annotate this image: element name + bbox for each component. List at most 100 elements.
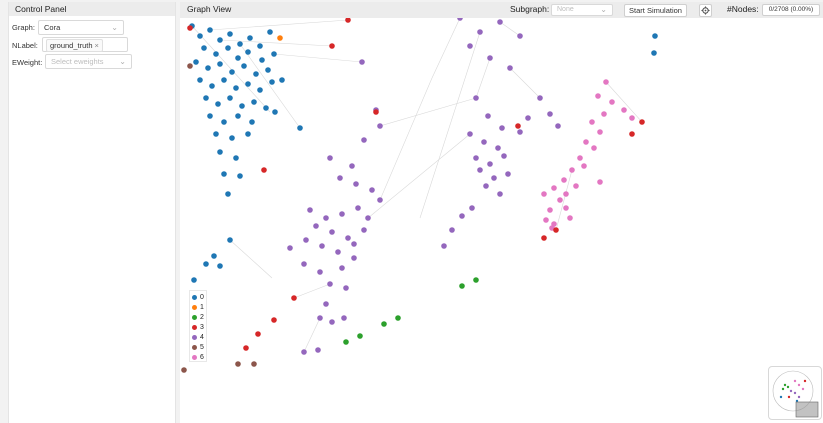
graph-node[interactable]	[221, 171, 227, 177]
graph-node[interactable]	[341, 315, 347, 321]
graph-node[interactable]	[591, 145, 597, 151]
graph-node[interactable]	[191, 277, 197, 283]
graph-node[interactable]	[557, 197, 563, 203]
graph-node[interactable]	[537, 95, 543, 101]
graph-node[interactable]	[597, 179, 603, 185]
graph-node[interactable]	[245, 81, 251, 87]
graph-node[interactable]	[317, 269, 323, 275]
graph-node[interactable]	[449, 227, 455, 233]
graph-node[interactable]	[547, 111, 553, 117]
graph-node[interactable]	[497, 191, 503, 197]
graph-node[interactable]	[583, 139, 589, 145]
graph-node[interactable]	[597, 129, 603, 135]
graph-node[interactable]	[351, 241, 357, 247]
graph-node[interactable]	[573, 183, 579, 189]
graph-node[interactable]	[221, 77, 227, 83]
graph-node[interactable]	[323, 301, 329, 307]
graph-node[interactable]	[345, 18, 351, 23]
graph-node[interactable]	[567, 215, 573, 221]
graph-node[interactable]	[355, 205, 361, 211]
graph-node[interactable]	[561, 177, 567, 183]
graph-node[interactable]	[217, 149, 223, 155]
graph-node[interactable]	[271, 51, 277, 57]
graph-node[interactable]	[247, 35, 253, 41]
graph-canvas[interactable]	[180, 18, 823, 423]
graph-node[interactable]	[473, 95, 479, 101]
graph-node[interactable]	[197, 77, 203, 83]
graph-node[interactable]	[315, 347, 321, 353]
graph-node[interactable]	[569, 167, 575, 173]
graph-node[interactable]	[353, 181, 359, 187]
graph-node[interactable]	[317, 315, 323, 321]
graph-node[interactable]	[237, 41, 243, 47]
graph-node[interactable]	[269, 79, 275, 85]
graph-node[interactable]	[467, 131, 473, 137]
graph-node[interactable]	[373, 109, 379, 115]
graph-node[interactable]	[241, 63, 247, 69]
graph-node[interactable]	[235, 113, 241, 119]
graph-node[interactable]	[233, 155, 239, 161]
graph-node[interactable]	[187, 25, 193, 31]
graph-node[interactable]	[601, 111, 607, 117]
graph-node[interactable]	[277, 35, 283, 41]
graph-node[interactable]	[349, 163, 355, 169]
graph-node[interactable]	[233, 85, 239, 91]
settings-button[interactable]	[699, 4, 712, 17]
minimap[interactable]	[768, 366, 822, 420]
graph-node[interactable]	[249, 119, 255, 125]
graph-node[interactable]	[563, 205, 569, 211]
graph-node[interactable]	[211, 253, 217, 259]
graph-node[interactable]	[243, 345, 249, 351]
graph-node[interactable]	[477, 167, 483, 173]
graph-node[interactable]	[551, 185, 557, 191]
graph-node[interactable]	[365, 215, 371, 221]
graph-node[interactable]	[255, 331, 261, 337]
graph-node[interactable]	[595, 93, 601, 99]
graph-node[interactable]	[207, 113, 213, 119]
graph-node[interactable]	[473, 155, 479, 161]
graph-node[interactable]	[543, 217, 549, 223]
graph-node[interactable]	[483, 183, 489, 189]
graph-node[interactable]	[272, 109, 278, 115]
graph-node[interactable]	[297, 125, 303, 131]
graph-node[interactable]	[229, 69, 235, 75]
graph-node[interactable]	[327, 155, 333, 161]
graph-node[interactable]	[229, 135, 235, 141]
graph-node[interactable]	[491, 175, 497, 181]
graph-node[interactable]	[361, 227, 367, 233]
graph-node[interactable]	[257, 43, 263, 49]
graph-node[interactable]	[555, 123, 561, 129]
graph-node[interactable]	[307, 207, 313, 213]
graph-node[interactable]	[337, 175, 343, 181]
graph-node[interactable]	[203, 95, 209, 101]
graph-node[interactable]	[319, 243, 325, 249]
graph-node[interactable]	[487, 55, 493, 61]
graph-node[interactable]	[205, 65, 211, 71]
graph-node[interactable]	[589, 119, 595, 125]
graph-node[interactable]	[257, 87, 263, 93]
graph-node[interactable]	[457, 18, 463, 21]
close-icon[interactable]: ×	[95, 41, 99, 50]
graph-node[interactable]	[369, 187, 375, 193]
graph-node[interactable]	[487, 161, 493, 167]
graph-node[interactable]	[339, 211, 345, 217]
graph-node[interactable]	[251, 361, 257, 367]
graph-node[interactable]	[245, 131, 251, 137]
graph-node[interactable]	[553, 227, 559, 233]
graph-node[interactable]	[507, 65, 513, 71]
graph-node[interactable]	[343, 339, 349, 345]
graph-node[interactable]	[652, 33, 658, 39]
graph-node[interactable]	[467, 43, 473, 49]
graph-node[interactable]	[209, 83, 215, 89]
graph-node[interactable]	[499, 125, 505, 131]
graph-node[interactable]	[301, 349, 307, 355]
graph-node[interactable]	[323, 215, 329, 221]
graph-node[interactable]	[469, 205, 475, 211]
graph-node[interactable]	[505, 171, 511, 177]
graph-node[interactable]	[225, 191, 231, 197]
graph-node[interactable]	[377, 123, 383, 129]
graph-node[interactable]	[485, 113, 491, 119]
graph-node[interactable]	[215, 101, 221, 107]
graph-node[interactable]	[263, 105, 269, 111]
graph-node[interactable]	[515, 123, 521, 129]
